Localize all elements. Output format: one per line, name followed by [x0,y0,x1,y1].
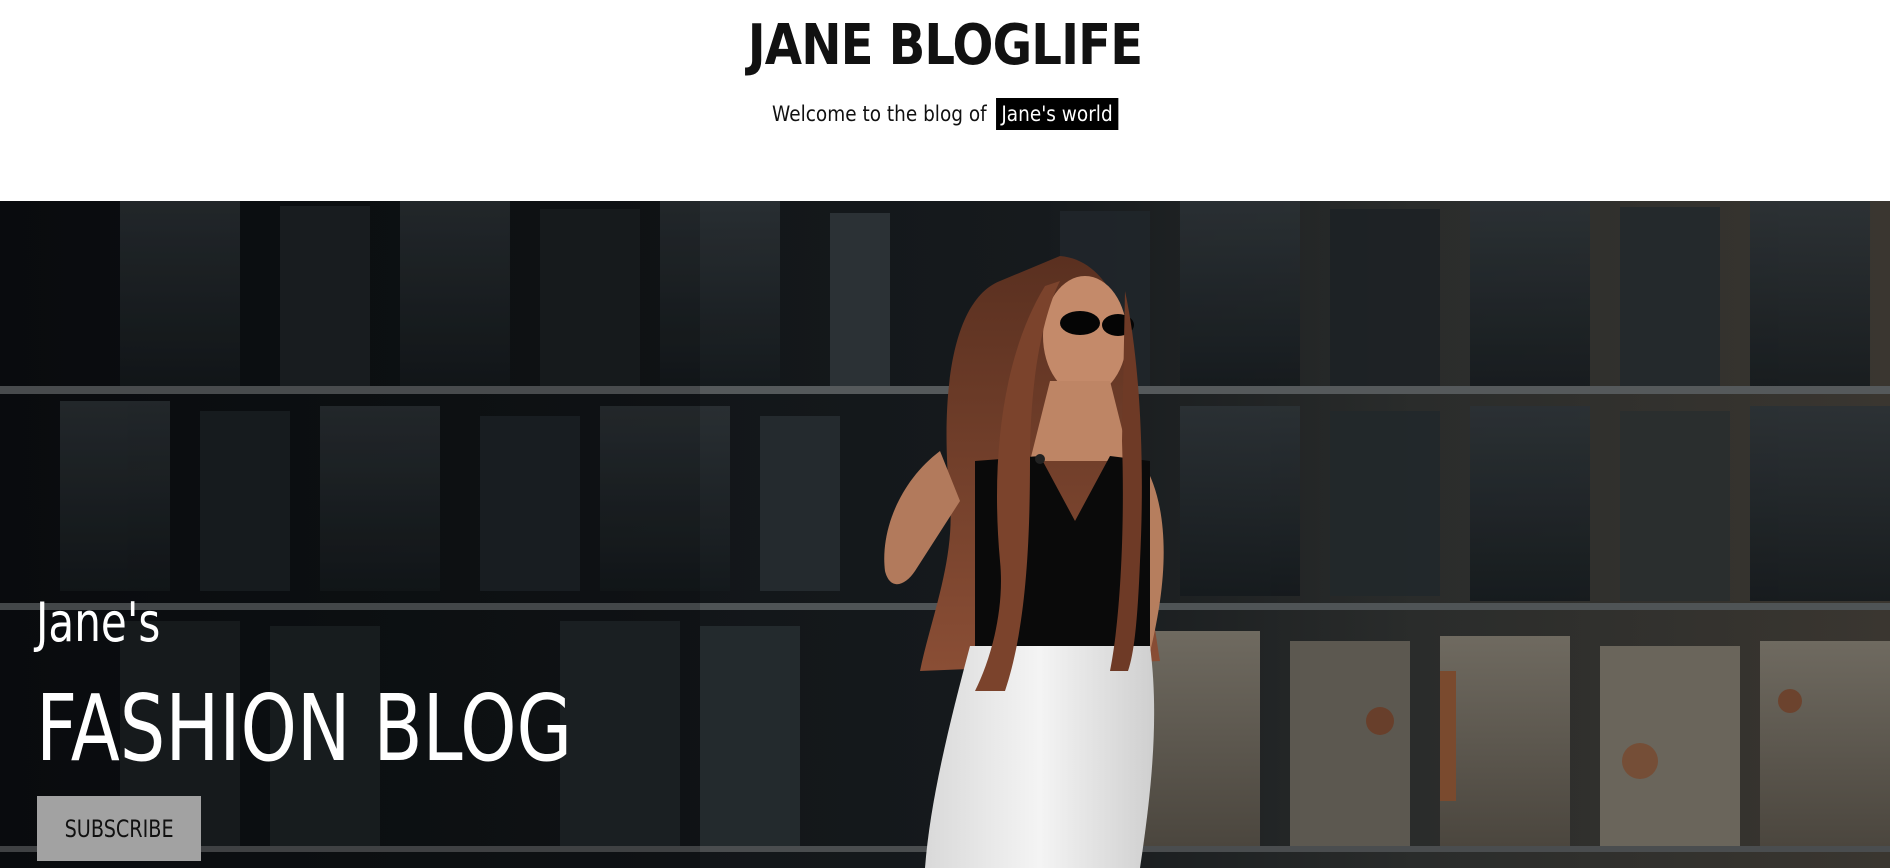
site-header: JANE BLOGLIFE Welcome to the blog of Jan… [0,0,1890,201]
subscribe-button[interactable]: SUBSCRIBE [37,796,201,861]
hero-banner: Jane's FASHION BLOG SUBSCRIBE [0,201,1890,868]
tagline-highlight: Jane's world [996,98,1118,130]
page: JANE BLOGLIFE Welcome to the blog of Jan… [0,0,1890,868]
tagline-text: Welcome to the blog of [772,102,987,126]
hero-kicker: Jane's [36,591,161,654]
site-title[interactable]: JANE BLOGLIFE [132,10,1757,82]
tagline: Welcome to the blog of Jane's world [113,98,1776,130]
hero-title: FASHION BLOG [36,675,573,782]
subscribe-button-label: SUBSCRIBE [64,814,174,843]
